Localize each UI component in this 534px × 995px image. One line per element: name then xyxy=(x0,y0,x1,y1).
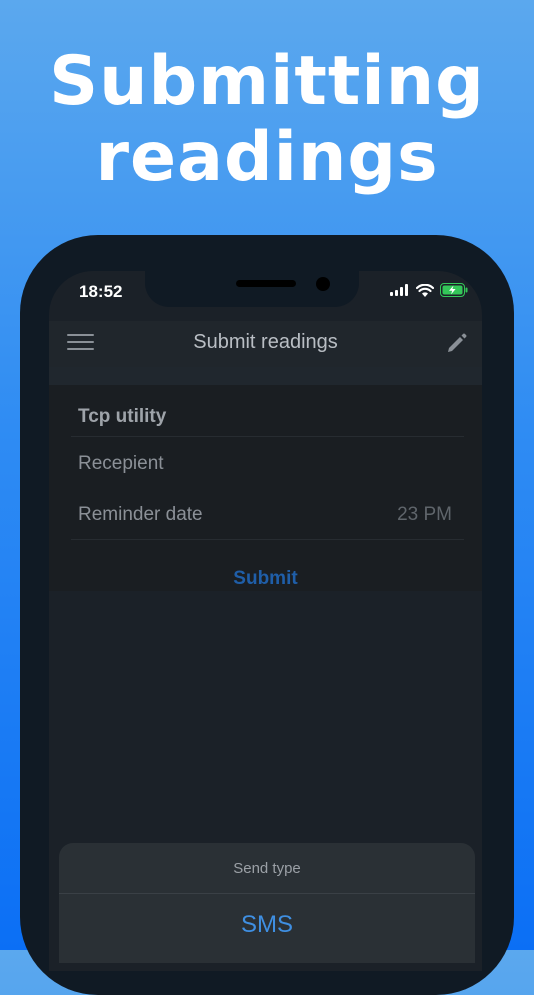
utility-card: Tcp utility Recepient Reminder date 23 P… xyxy=(49,385,482,591)
headline-line-1: Submitting xyxy=(49,42,485,121)
submit-button[interactable]: Submit xyxy=(49,568,482,590)
reminder-date-field[interactable]: Reminder date xyxy=(78,504,203,526)
send-type-action-sheet: Send type SMS xyxy=(59,843,475,963)
status-time: 18:52 xyxy=(79,282,123,301)
pencil-edit-icon[interactable] xyxy=(446,332,468,354)
page-title: Submit readings xyxy=(193,331,338,353)
section-spacer xyxy=(49,367,482,385)
battery-charging-icon xyxy=(440,283,468,297)
phone-notch xyxy=(145,271,359,307)
recipient-field[interactable]: Recepient xyxy=(78,453,164,475)
status-icons xyxy=(390,283,468,297)
earpiece-speaker xyxy=(236,280,296,287)
action-sheet-title: Send type xyxy=(233,860,301,877)
cellular-signal-icon xyxy=(390,284,408,296)
front-camera xyxy=(316,277,330,291)
headline-line-2: readings xyxy=(95,118,439,197)
marketing-headline: Submitting readings xyxy=(0,44,534,196)
divider xyxy=(59,893,475,894)
wifi-icon xyxy=(416,283,434,297)
utility-name: Tcp utility xyxy=(78,406,167,427)
navigation-bar: Submit readings xyxy=(49,321,482,367)
divider xyxy=(71,436,464,437)
reminder-date-value: 23 PM xyxy=(397,504,452,525)
sms-option-button[interactable]: SMS xyxy=(59,911,475,939)
divider xyxy=(71,539,464,540)
